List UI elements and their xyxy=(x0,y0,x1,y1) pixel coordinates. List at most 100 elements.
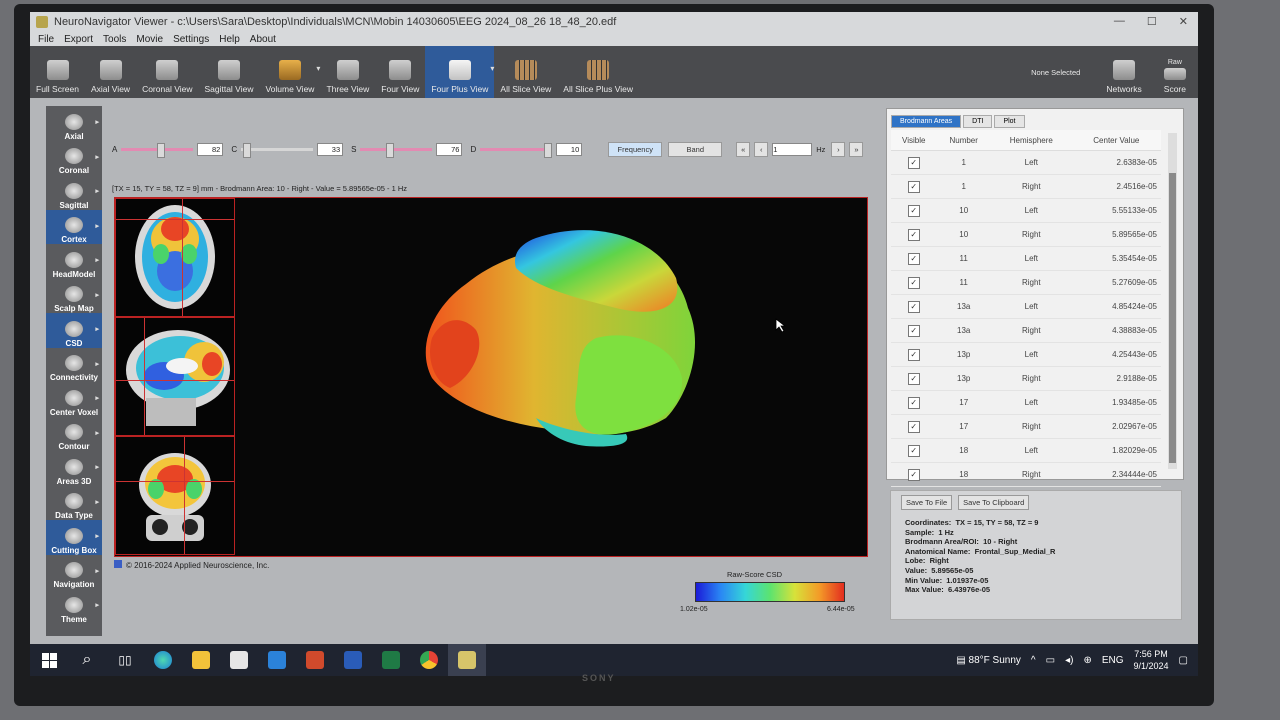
score-button[interactable]: Raw Score xyxy=(1158,59,1192,98)
band-button[interactable]: Band xyxy=(668,141,723,157)
a-spinbox[interactable]: 82 xyxy=(197,142,224,156)
axial-slice[interactable] xyxy=(115,198,235,317)
visible-checkbox[interactable]: ✓ xyxy=(907,348,920,361)
notifications-icon[interactable]: ▢ xyxy=(1179,655,1188,666)
first-page-button[interactable]: « xyxy=(736,141,751,157)
weather-widget[interactable]: ▤ 88°F Sunny xyxy=(956,655,1021,666)
table-row[interactable]: ✓ 10 Left 5.55133e-05 xyxy=(891,198,1161,223)
menu-export[interactable]: Export xyxy=(64,34,93,45)
table-row[interactable]: ✓ 13a Right 4.38883e-05 xyxy=(891,318,1161,343)
c-slider[interactable] xyxy=(241,142,314,158)
edge-button[interactable] xyxy=(144,644,182,676)
sidebar-item-areas-3d[interactable]: Areas 3D ▸ xyxy=(46,451,102,486)
four-view-button[interactable]: Four View xyxy=(375,46,425,98)
visible-checkbox[interactable]: ✓ xyxy=(907,156,920,169)
a-slider[interactable] xyxy=(121,142,194,158)
visible-checkbox[interactable]: ✓ xyxy=(907,252,920,265)
d-spinbox[interactable]: 10 xyxy=(556,142,583,156)
menu-help[interactable]: Help xyxy=(219,34,240,45)
sidebar-item-headmodel[interactable]: HeadModel ▸ xyxy=(46,244,102,279)
table-row[interactable]: ✓ 17 Right 2.02967e-05 xyxy=(891,414,1161,439)
tab-dti[interactable]: DTI xyxy=(963,115,993,128)
next-page-button[interactable]: › xyxy=(831,141,846,157)
col-center-value[interactable]: Center Value xyxy=(1071,130,1161,151)
chrome-button[interactable] xyxy=(410,644,448,676)
save-to-file-button[interactable]: Save To File xyxy=(901,495,953,510)
table-row[interactable]: ✓ 17 Left 1.93485e-05 xyxy=(891,390,1161,415)
menu-about[interactable]: About xyxy=(250,34,276,45)
table-row[interactable]: ✓ 1 Left 2.6383e-05 xyxy=(891,150,1161,175)
table-row[interactable]: ✓ 18 Right 2.34444e-05 xyxy=(891,462,1161,487)
table-scrollbar[interactable] xyxy=(1168,133,1177,469)
table-row[interactable]: ✓ 11 Right 5.27609e-05 xyxy=(891,270,1161,295)
col-hemisphere[interactable]: Hemisphere xyxy=(990,130,1072,151)
word-button[interactable] xyxy=(334,644,372,676)
language-indicator[interactable]: ENG xyxy=(1102,655,1124,666)
excel-button[interactable] xyxy=(372,644,410,676)
task-view-button[interactable]: ▯▯ xyxy=(106,644,144,676)
all-slice-plus-view-button[interactable]: All Slice Plus View xyxy=(557,46,639,98)
menu-settings[interactable]: Settings xyxy=(173,34,209,45)
visible-checkbox[interactable]: ✓ xyxy=(907,468,920,481)
sidebar-item-theme[interactable]: Theme ▸ xyxy=(46,589,102,624)
sidebar-item-sagittal[interactable]: Sagittal ▸ xyxy=(46,175,102,210)
s-spinbox[interactable]: 76 xyxy=(436,142,463,156)
coronal-slice[interactable] xyxy=(115,436,235,555)
table-row[interactable]: ✓ 11 Left 5.35454e-05 xyxy=(891,246,1161,271)
menu-file[interactable]: File xyxy=(38,34,54,45)
neuronavigator-taskbar-button[interactable] xyxy=(448,644,486,676)
menu-movie[interactable]: Movie xyxy=(136,34,163,45)
table-row[interactable]: ✓ 18 Left 1.82029e-05 xyxy=(891,438,1161,463)
sagittal-view-button[interactable]: Sagittal View xyxy=(198,46,259,98)
visible-checkbox[interactable]: ✓ xyxy=(907,276,920,289)
sidebar-item-axial[interactable]: Axial ▸ xyxy=(46,106,102,141)
search-button[interactable]: ⌕ xyxy=(68,644,106,676)
visible-checkbox[interactable]: ✓ xyxy=(907,444,920,457)
sidebar-item-data-type[interactable]: Data Type ▸ xyxy=(46,486,102,520)
sidebar-item-cortex[interactable]: Cortex ▸ xyxy=(46,209,102,244)
brain-view[interactable] xyxy=(114,197,868,557)
sidebar-item-scalp-map[interactable]: Scalp Map ▸ xyxy=(46,279,102,313)
sidebar-item-contour[interactable]: Contour ▸ xyxy=(46,417,102,451)
sidebar-item-center-voxel[interactable]: Center Voxel ▸ xyxy=(46,382,102,417)
scrollbar-thumb[interactable] xyxy=(1169,173,1176,463)
frequency-button[interactable]: Frequency xyxy=(608,141,663,157)
powerpoint-button[interactable] xyxy=(296,644,334,676)
start-button[interactable] xyxy=(30,644,68,676)
axial-view-button[interactable]: Axial View xyxy=(85,46,136,98)
maximize-button[interactable]: ☐ xyxy=(1147,15,1157,28)
a-slider-thumb[interactable] xyxy=(157,142,166,158)
four-plus-view-button[interactable]: Four Plus View ▾ xyxy=(425,46,495,98)
s-slider[interactable] xyxy=(360,142,433,158)
clock[interactable]: 7:56 PM 9/1/2024 xyxy=(1134,648,1169,672)
full-screen-button[interactable]: Full Screen xyxy=(30,46,85,98)
col-visible[interactable]: Visible xyxy=(891,130,937,151)
visible-checkbox[interactable]: ✓ xyxy=(907,228,920,241)
sidebar-item-csd[interactable]: CSD ▸ xyxy=(46,313,102,348)
d-slider[interactable] xyxy=(480,142,553,158)
mail-button[interactable] xyxy=(258,644,296,676)
visible-checkbox[interactable]: ✓ xyxy=(907,324,920,337)
sagittal-slice[interactable] xyxy=(115,317,235,436)
minimize-button[interactable]: — xyxy=(1114,15,1125,28)
visible-checkbox[interactable]: ✓ xyxy=(907,396,920,409)
last-page-button[interactable]: » xyxy=(849,141,864,157)
close-button[interactable]: ✕ xyxy=(1179,15,1188,28)
store-button[interactable] xyxy=(220,644,258,676)
table-row[interactable]: ✓ 13p Right 2.9188e-05 xyxy=(891,366,1161,391)
globe-icon[interactable]: ⊕ xyxy=(1083,655,1091,666)
table-row[interactable]: ✓ 10 Right 5.89565e-05 xyxy=(891,222,1161,247)
save-to-clipboard-button[interactable]: Save To Clipboard xyxy=(958,495,1030,510)
tab-brodmann-areas[interactable]: Brodmann Areas xyxy=(891,115,962,128)
table-row[interactable]: ✓ 13p Left 4.25443e-05 xyxy=(891,342,1161,367)
volume-icon[interactable]: ◂) xyxy=(1065,655,1073,666)
sidebar-item-connectivity[interactable]: Connectivity ▸ xyxy=(46,348,102,382)
networks-button[interactable]: Networks xyxy=(1100,60,1147,98)
c-spinbox[interactable]: 33 xyxy=(317,142,344,156)
coronal-view-button[interactable]: Coronal View xyxy=(136,46,198,98)
visible-checkbox[interactable]: ✓ xyxy=(907,372,920,385)
prev-page-button[interactable]: ‹ xyxy=(754,141,769,157)
sidebar-item-cutting-box[interactable]: Cutting Box ▸ xyxy=(46,520,102,555)
tab-plot[interactable]: Plot xyxy=(994,115,1025,128)
all-slice-view-button[interactable]: All Slice View xyxy=(494,46,557,98)
